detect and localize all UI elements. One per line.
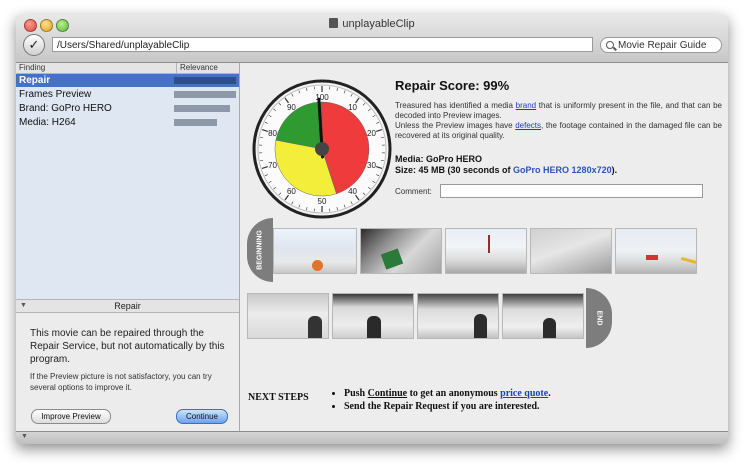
search-icon xyxy=(606,41,614,49)
gauge-label: 80 xyxy=(268,129,277,138)
preview-frame[interactable] xyxy=(360,228,442,274)
checkmark-icon[interactable]: ✓ xyxy=(23,34,45,56)
preview-frame[interactable] xyxy=(445,228,527,274)
finding-row[interactable]: Brand: GoPro HERO xyxy=(16,102,239,115)
findings-table-header: Finding Relevance xyxy=(16,63,239,74)
finding-row[interactable]: Media: H264 xyxy=(16,116,239,129)
gauge-label: 40 xyxy=(348,187,357,196)
gauge-label: 10 xyxy=(348,103,357,112)
improve-preview-button[interactable]: Improve Preview xyxy=(31,409,111,424)
relevance-column-header[interactable]: Relevance xyxy=(176,63,218,73)
media-size: Size: 45 MB (30 seconds of GoPro HERO 12… xyxy=(395,165,618,175)
relevance-bar xyxy=(174,105,230,112)
price-quote-link[interactable]: price quote xyxy=(500,388,548,399)
gauge-label: 60 xyxy=(287,187,296,196)
finding-label: Repair xyxy=(19,75,51,86)
preview-frame[interactable] xyxy=(332,293,414,339)
defects-link[interactable]: defects xyxy=(515,121,541,130)
preview-frame[interactable] xyxy=(247,293,329,339)
disclosure-triangle-icon[interactable]: ▼ xyxy=(20,300,27,312)
next-step-item: Send the Repair Request if you are inter… xyxy=(344,400,551,413)
continue-word: Continue xyxy=(367,388,408,399)
end-tab[interactable]: END xyxy=(586,288,612,348)
findings-sidebar: Finding Relevance Repair Frames Preview Br… xyxy=(16,63,240,431)
gauge-label: 30 xyxy=(367,161,376,170)
document-icon xyxy=(329,18,339,28)
repair-panel: This movie can be repaired through the R… xyxy=(16,313,239,431)
continue-button[interactable]: Continue xyxy=(176,409,228,424)
app-window: unplayableClip ✓ /Users/Shared/unplayabl… xyxy=(16,14,728,444)
finding-label: Media: H264 xyxy=(19,117,76,128)
gauge-label: 50 xyxy=(318,197,327,206)
gauge-label: 100 xyxy=(315,93,329,102)
gauge-label: 20 xyxy=(367,129,376,138)
brand-link[interactable]: brand xyxy=(516,101,536,110)
finding-column-header[interactable]: Finding xyxy=(19,63,45,73)
finding-label: Brand: GoPro HERO xyxy=(19,103,112,114)
gauge-label: 70 xyxy=(268,161,277,170)
main-content: 10 20 30 40 50 60 70 80 90 100 Repair Score: 99% … xyxy=(240,63,728,431)
gauge-hub xyxy=(315,142,329,156)
media-type: Media: GoPro HERO xyxy=(395,154,483,164)
comment-input[interactable] xyxy=(440,184,703,198)
next-steps-list: Push Continue to get an anonymous price … xyxy=(330,387,551,413)
relevance-bar xyxy=(174,119,217,126)
preview-frame[interactable] xyxy=(502,293,584,339)
search-field[interactable]: Movie Repair Guide xyxy=(600,37,722,53)
window-title: unplayableClip xyxy=(16,18,728,30)
preview-frame[interactable] xyxy=(530,228,612,274)
finding-row[interactable]: Frames Preview xyxy=(16,88,239,101)
repair-score-title: Repair Score: 99% xyxy=(395,78,510,93)
gauge-label: 90 xyxy=(287,103,296,112)
bottom-bar: ▼ xyxy=(16,431,728,444)
repair-score-gauge: 10 20 30 40 50 60 70 80 90 100 xyxy=(252,79,392,219)
comment-label: Comment: xyxy=(395,187,432,196)
search-placeholder: Movie Repair Guide xyxy=(618,40,707,51)
beginning-tab[interactable]: BEGINNING xyxy=(247,218,273,282)
file-path-field[interactable]: /Users/Shared/unplayableClip xyxy=(52,37,593,52)
finding-row[interactable]: Repair xyxy=(16,74,239,87)
repair-hint: If the Preview picture is not satisfacto… xyxy=(30,372,212,392)
preview-frame[interactable] xyxy=(615,228,697,274)
relevance-bar xyxy=(174,77,236,84)
finding-label: Frames Preview xyxy=(19,89,92,100)
gopro-format-link[interactable]: GoPro HERO 1280x720 xyxy=(513,165,612,175)
preview-frame[interactable] xyxy=(273,228,357,274)
next-step-item: Push Continue to get an anonymous price … xyxy=(344,387,551,400)
score-description: Treasured has identified a media brand t… xyxy=(395,101,723,140)
disclosure-triangle-icon[interactable]: ▼ xyxy=(21,433,28,440)
next-steps-title: NEXT STEPS xyxy=(248,392,309,403)
preview-frame[interactable] xyxy=(417,293,499,339)
repair-message: This movie can be repaired through the R… xyxy=(30,328,225,365)
title-bar: unplayableClip ✓ /Users/Shared/unplayabl… xyxy=(16,14,728,63)
repair-panel-header: ▼ Repair xyxy=(16,299,239,313)
relevance-bar xyxy=(174,91,236,98)
